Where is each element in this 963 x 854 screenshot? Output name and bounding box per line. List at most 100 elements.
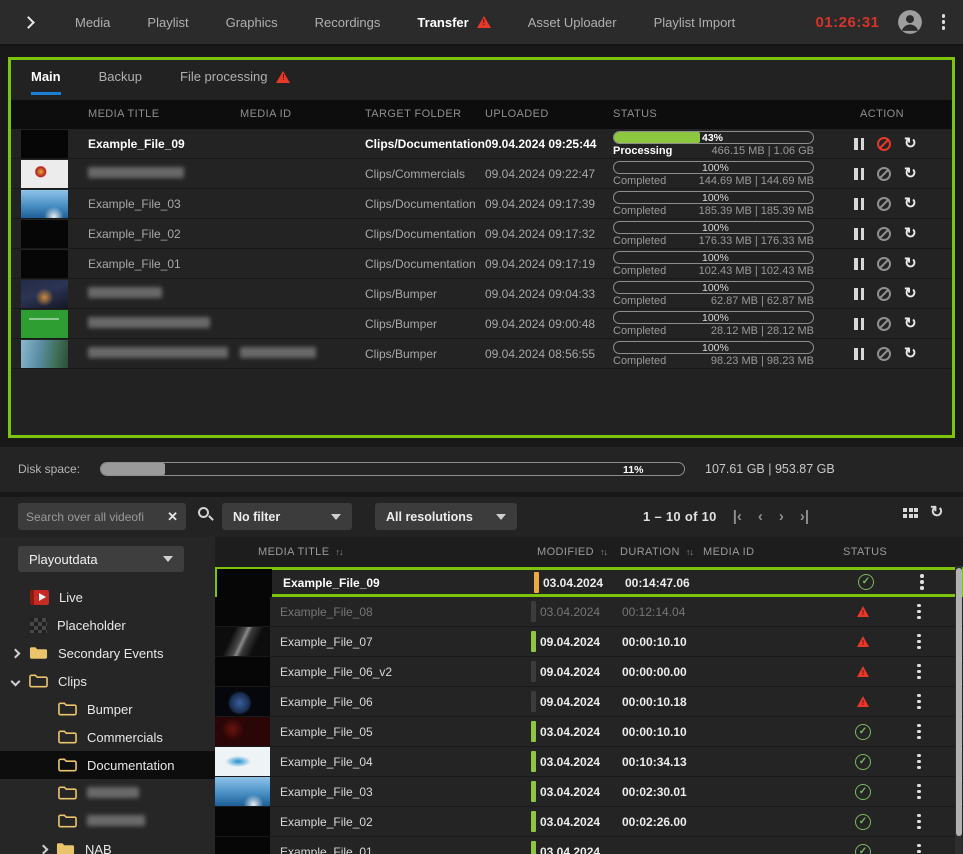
chevron-down-icon[interactable] bbox=[11, 676, 21, 686]
tree-item-nab[interactable]: NAB bbox=[0, 835, 215, 854]
tab-main[interactable]: Main bbox=[31, 69, 61, 95]
cancel-icon[interactable] bbox=[877, 287, 891, 301]
transfer-row[interactable]: Clips/Bumper 09.04.2024 09:00:48 100% Co… bbox=[11, 309, 952, 339]
tree-item-redacted[interactable] bbox=[0, 779, 215, 807]
row-menu-icon[interactable] bbox=[915, 602, 923, 622]
transfer-row[interactable]: Clips/Bumper 09.04.2024 09:04:33 100% Co… bbox=[11, 279, 952, 309]
cancel-icon[interactable] bbox=[877, 137, 891, 151]
chevron-right-icon[interactable] bbox=[39, 844, 49, 854]
media-row[interactable]: Example_File_03 03.04.2024 00:02:30.01 ✓ bbox=[215, 777, 963, 807]
retry-icon[interactable]: ↻ bbox=[904, 257, 917, 271]
retry-icon[interactable]: ↻ bbox=[904, 287, 917, 301]
row-menu-icon[interactable] bbox=[915, 842, 923, 854]
tree-item-placeholder[interactable]: Placeholder bbox=[0, 611, 215, 639]
media-row-selected[interactable]: Example_File_09 03.04.2024 00:14:47.06 ✓ bbox=[215, 567, 963, 597]
search-icon[interactable] bbox=[198, 507, 209, 518]
tree-item-documentation[interactable]: Documentation bbox=[0, 751, 215, 779]
transfer-row[interactable]: Example_File_03 Clips/Documentation 09.0… bbox=[11, 189, 952, 219]
previous-page-icon[interactable]: ‹ bbox=[758, 508, 763, 525]
pause-icon[interactable] bbox=[854, 198, 864, 210]
refresh-icon[interactable]: ↻ bbox=[930, 502, 943, 522]
media-row[interactable]: Example_File_02 03.04.2024 00:02:26.00 ✓ bbox=[215, 807, 963, 837]
row-menu-icon[interactable] bbox=[915, 662, 923, 682]
row-menu-icon[interactable] bbox=[915, 692, 923, 712]
tree-item-commercials[interactable]: Commercials bbox=[0, 723, 215, 751]
tab-backup[interactable]: Backup bbox=[99, 69, 142, 92]
row-menu-icon[interactable] bbox=[915, 812, 923, 832]
sort-icon[interactable]: ↑↓ bbox=[600, 547, 607, 557]
cancel-icon[interactable] bbox=[877, 347, 891, 361]
row-menu-icon[interactable] bbox=[918, 572, 926, 592]
row-menu-icon[interactable] bbox=[915, 782, 923, 802]
pause-icon[interactable] bbox=[854, 228, 864, 240]
nav-item-media[interactable]: Media bbox=[75, 15, 110, 30]
folder-icon bbox=[56, 841, 75, 854]
cancel-icon[interactable] bbox=[877, 227, 891, 241]
cancel-icon[interactable] bbox=[877, 257, 891, 271]
nav-item-recordings[interactable]: Recordings bbox=[315, 15, 381, 30]
retry-icon[interactable]: ↻ bbox=[904, 197, 917, 211]
row-menu-icon[interactable] bbox=[915, 722, 923, 742]
tree-item-redacted[interactable] bbox=[0, 807, 215, 835]
first-page-icon[interactable]: |‹ bbox=[733, 508, 742, 525]
chevron-right-icon[interactable] bbox=[11, 648, 21, 658]
media-row[interactable]: Example_File_05 03.04.2024 00:00:10.10 ✓ bbox=[215, 717, 963, 747]
column-duration[interactable]: DURATION↑↓ bbox=[620, 546, 693, 558]
scrollbar-thumb[interactable] bbox=[956, 568, 962, 836]
retry-icon[interactable]: ↻ bbox=[904, 317, 917, 331]
sort-icon[interactable]: ↑↓ bbox=[335, 547, 342, 557]
nav-item-graphics[interactable]: Graphics bbox=[226, 15, 278, 30]
media-row[interactable]: Example_File_04 03.04.2024 00:10:34.13 ✓ bbox=[215, 747, 963, 777]
grid-view-icon[interactable] bbox=[903, 508, 918, 518]
pause-icon[interactable] bbox=[854, 288, 864, 300]
tree-item-clips[interactable]: Clips bbox=[0, 667, 215, 695]
media-row[interactable]: Example_File_06 09.04.2024 00:00:10.18 ! bbox=[215, 687, 963, 717]
cancel-icon[interactable] bbox=[877, 197, 891, 211]
last-page-icon[interactable]: ›| bbox=[800, 508, 809, 525]
sort-icon[interactable]: ↑↓ bbox=[686, 547, 693, 557]
user-avatar-icon[interactable] bbox=[897, 9, 923, 35]
transfer-row[interactable]: Example_File_02 Clips/Documentation 09.0… bbox=[11, 219, 952, 249]
column-media-id[interactable]: MEDIA ID bbox=[703, 546, 755, 558]
retry-icon[interactable]: ↻ bbox=[904, 347, 917, 361]
pause-icon[interactable] bbox=[854, 168, 864, 180]
pause-icon[interactable] bbox=[854, 258, 864, 270]
clear-search-icon[interactable]: ✕ bbox=[167, 509, 178, 525]
pause-icon[interactable] bbox=[854, 138, 864, 150]
retry-icon[interactable]: ↻ bbox=[904, 227, 917, 241]
resolution-dropdown[interactable]: All resolutions bbox=[375, 503, 517, 530]
cancel-icon[interactable] bbox=[877, 167, 891, 181]
next-page-icon[interactable]: › bbox=[779, 508, 784, 525]
overflow-menu-icon[interactable] bbox=[940, 12, 948, 32]
media-row[interactable]: Example_File_06_v2 09.04.2024 00:00:00.0… bbox=[215, 657, 963, 687]
row-menu-icon[interactable] bbox=[915, 632, 923, 652]
pause-icon[interactable] bbox=[854, 348, 864, 360]
vertical-scrollbar[interactable] bbox=[955, 566, 962, 854]
retry-icon[interactable]: ↻ bbox=[904, 167, 917, 181]
cancel-icon[interactable] bbox=[877, 317, 891, 331]
nav-item-playlist-import[interactable]: Playlist Import bbox=[654, 15, 736, 30]
column-modified[interactable]: MODIFIED↑↓ bbox=[537, 546, 607, 558]
tree-item-secondary-events[interactable]: Secondary Events bbox=[0, 639, 215, 667]
transfer-row[interactable]: Clips/Bumper 09.04.2024 08:56:55 100% Co… bbox=[11, 339, 952, 369]
tab-file-processing[interactable]: File processing! bbox=[180, 69, 290, 92]
filter-dropdown[interactable]: No filter bbox=[222, 503, 352, 530]
nav-item-playlist[interactable]: Playlist bbox=[147, 15, 188, 30]
transfer-row[interactable]: Example_File_01 Clips/Documentation 09.0… bbox=[11, 249, 952, 279]
media-row[interactable]: Example_File_07 09.04.2024 00:00:10.10 ! bbox=[215, 627, 963, 657]
root-folder-dropdown[interactable]: Playoutdata bbox=[18, 546, 184, 572]
media-row[interactable]: Example_File_01 03.04.2024 ✓ bbox=[215, 837, 963, 854]
nav-item-asset-uploader[interactable]: Asset Uploader bbox=[528, 15, 617, 30]
row-menu-icon[interactable] bbox=[915, 752, 923, 772]
transfer-row[interactable]: Clips/Commercials 09.04.2024 09:22:47 10… bbox=[11, 159, 952, 189]
tree-item-bumper[interactable]: Bumper bbox=[0, 695, 215, 723]
expand-sidebar-icon[interactable] bbox=[22, 16, 35, 29]
pause-icon[interactable] bbox=[854, 318, 864, 330]
media-row[interactable]: Example_File_08 03.04.2024 00:12:14.04 ! bbox=[215, 597, 963, 627]
transfer-row[interactable]: Example_File_09 Clips/Documentation 09.0… bbox=[11, 129, 952, 159]
search-input[interactable]: Search over all videofi ✕ bbox=[18, 503, 186, 530]
retry-icon[interactable]: ↻ bbox=[904, 137, 917, 151]
nav-item-transfer[interactable]: Transfer! bbox=[417, 15, 490, 30]
tree-item-live[interactable]: Live bbox=[0, 583, 215, 611]
column-media-title[interactable]: MEDIA TITLE↑↓ bbox=[258, 546, 342, 558]
